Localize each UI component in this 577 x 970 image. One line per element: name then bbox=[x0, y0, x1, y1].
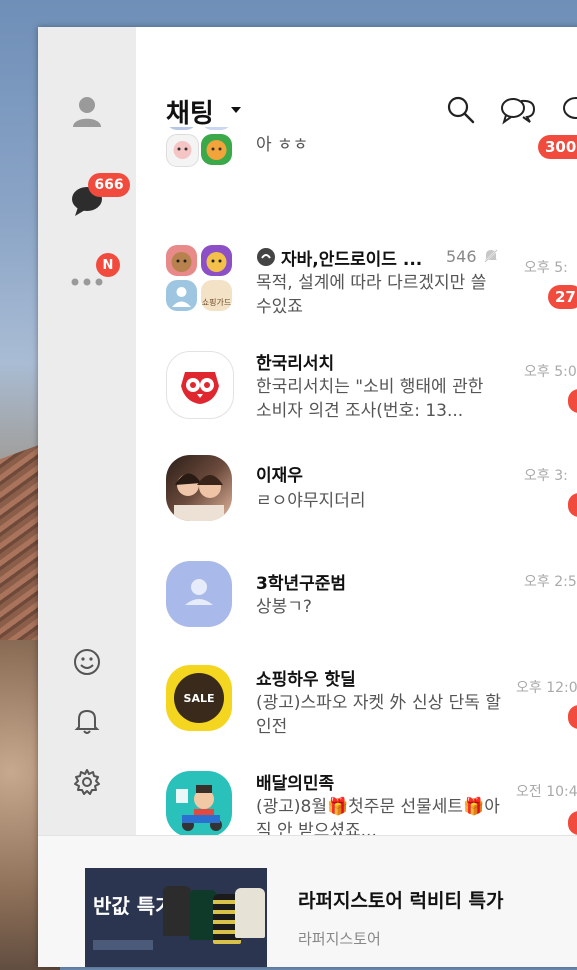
unread-count-badge bbox=[568, 811, 577, 835]
chat-name: 이재우 bbox=[256, 466, 303, 486]
chat-header: 채팅 bbox=[136, 27, 577, 130]
chat-name: 자바,안드로이드 ... bbox=[281, 250, 423, 270]
chat-name: 배달의민족 bbox=[256, 774, 335, 794]
ad-image-text: 반값 특가 bbox=[93, 894, 174, 918]
settings-gear-icon[interactable] bbox=[70, 765, 104, 799]
chat-preview: 상봉ㄱ? bbox=[256, 597, 312, 617]
ad-title[interactable]: 라퍼지스토어 럭비티 특가 bbox=[298, 886, 504, 913]
sale-badge: SALE bbox=[174, 673, 224, 723]
chat-time: 오후 5:0 bbox=[524, 364, 577, 380]
unread-count-badge bbox=[568, 705, 577, 729]
member-count: 546 bbox=[446, 247, 477, 266]
chat-row[interactable]: SALE 쇼핑하우 핫딜 (광고)스파오 자켓 外 신상 단독 할인전 오후 1… bbox=[136, 651, 577, 751]
open-chat-badge-icon bbox=[256, 247, 276, 267]
chat-row[interactable]: 아 ㅎㅎ 300+ bbox=[136, 127, 577, 181]
chat-row[interactable]: 한국리서치 한국리서치는 "소비 행태에 관한 소비자 의견 조사(번호: 13… bbox=[136, 327, 577, 437]
open-chat-icon[interactable] bbox=[498, 93, 538, 127]
unread-count-badge: 300+ bbox=[538, 135, 577, 159]
avatar bbox=[166, 455, 232, 521]
new-chat-icon[interactable] bbox=[561, 93, 577, 127]
avatar: SALE bbox=[166, 665, 232, 731]
group-avatar bbox=[166, 127, 232, 167]
chat-preview: 한국리서치는 "소비 행태에 관한 소비자 의견 조사(번호: 13... bbox=[256, 377, 484, 421]
chat-name: 쇼핑하우 핫딜 bbox=[256, 670, 356, 690]
group-avatar: 쇼핑가드 bbox=[166, 245, 232, 311]
chat-time: 오전 10:4 bbox=[516, 784, 577, 800]
chat-name: 3학년구준범 bbox=[256, 574, 347, 594]
mute-bell-icon bbox=[482, 247, 500, 265]
search-icon[interactable] bbox=[444, 93, 478, 127]
chat-row[interactable]: 배달의민족 (광고)8월🎁첫주문 선물세트🎁아직 안 받으셨죠... 오전 10… bbox=[136, 757, 577, 835]
chat-preview: (광고)스파오 자켓 外 신상 단독 할인전 bbox=[256, 693, 501, 737]
chat-list: 아 ㅎㅎ 300+ 쇼핑가드 자바,안드 bbox=[136, 127, 577, 835]
more-new-badge: N bbox=[96, 253, 120, 277]
chat-time: 오후 2:5 bbox=[524, 574, 577, 590]
chat-time: 오후 3: bbox=[524, 468, 568, 484]
unread-count-badge bbox=[568, 389, 577, 413]
unread-count-badge: 27 bbox=[548, 285, 577, 309]
friends-icon[interactable] bbox=[67, 91, 107, 131]
ad-subtitle: 라퍼지스토어 bbox=[298, 930, 381, 948]
sidebar: 666 N bbox=[38, 27, 136, 835]
chat-preview: 목적, 설계에 따라 다르겠지만 쓸수있죠 bbox=[256, 273, 487, 317]
avatar bbox=[166, 771, 232, 835]
chat-row[interactable]: 3학년구준범 상봉ㄱ? 오후 2:5 bbox=[136, 547, 577, 647]
emoticon-icon[interactable] bbox=[70, 645, 104, 679]
ad-image: 반값 특가 bbox=[85, 868, 267, 967]
avatar bbox=[166, 351, 234, 419]
ad-banner[interactable]: 반값 특가 라퍼지스토어 럭비티 특가 라퍼지스토어 bbox=[38, 835, 577, 967]
chat-time: 오후 12:0 bbox=[516, 680, 577, 696]
unread-count-badge bbox=[568, 493, 577, 517]
chat-time: 오후 5: bbox=[524, 260, 568, 276]
chevron-down-icon[interactable] bbox=[231, 107, 241, 113]
shopping-guard-avatar: 쇼핑가드 bbox=[201, 280, 232, 311]
chat-row[interactable]: 이재우 ㄹㅇ야무지더리 오후 3: bbox=[136, 441, 577, 541]
notification-bell-icon[interactable] bbox=[70, 704, 104, 738]
chat-row[interactable]: 쇼핑가드 자바,안드로이드 ... 546 목적, 설계에 따라 다르겠지만 쓸… bbox=[136, 225, 577, 325]
page-title[interactable]: 채팅 bbox=[166, 93, 214, 130]
chat-preview: (광고)8월🎁첫주문 선물세트🎁아직 안 받으셨죠... bbox=[256, 797, 500, 835]
group-mini-label: 쇼핑가드 bbox=[201, 298, 232, 307]
chat-name: 한국리서치 bbox=[256, 354, 335, 374]
avatar bbox=[166, 561, 232, 627]
chat-preview: 아 ㅎㅎ bbox=[256, 135, 309, 155]
chat-preview: ㄹㅇ야무지더리 bbox=[256, 491, 366, 511]
chats-unread-badge: 666 bbox=[88, 173, 130, 197]
kakaotalk-window: 666 N 채팅 아 ㅎㅎ 300 쇼핑가드 자바,안드로이드 ... 546 … bbox=[38, 27, 577, 967]
